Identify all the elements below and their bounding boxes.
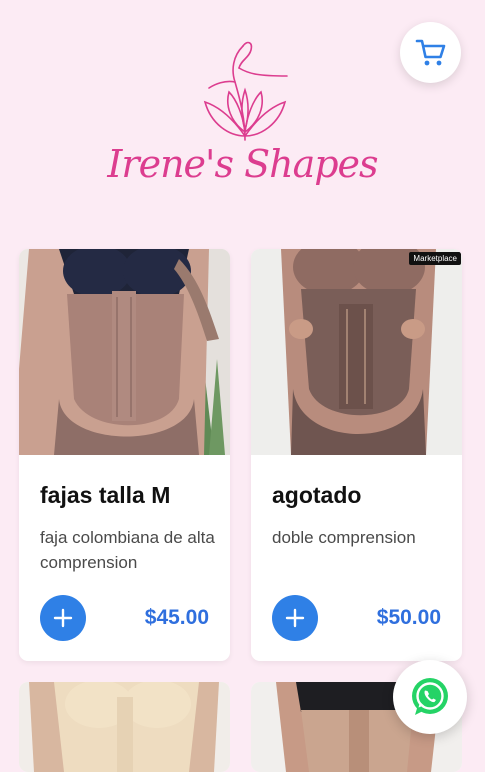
- marketplace-badge: Marketplace: [409, 252, 461, 265]
- product-price: $50.00: [376, 606, 441, 629]
- product-description: doble comprension: [272, 528, 416, 547]
- lotus-woman-logo-icon: [203, 41, 288, 141]
- product-card[interactable]: Marketplace agotado doble comprension $5…: [251, 249, 462, 661]
- whatsapp-icon: [412, 678, 448, 715]
- product-description: faja colombiana de alta comprension: [40, 528, 215, 572]
- product-title: fajas talla M: [40, 482, 171, 508]
- product-card[interactable]: [19, 682, 230, 772]
- cart-button[interactable]: [400, 22, 461, 83]
- add-to-cart-button[interactable]: [40, 595, 86, 641]
- product-title: agotado: [272, 482, 362, 508]
- product-image: [19, 249, 230, 455]
- plus-icon: [53, 608, 73, 628]
- whatsapp-button[interactable]: [393, 660, 467, 734]
- product-price: $45.00: [144, 606, 209, 629]
- product-image: [251, 249, 462, 455]
- product-image: [19, 682, 230, 772]
- brand-name: Irene's Shapes: [107, 142, 378, 186]
- cart-icon: [415, 39, 445, 65]
- plus-icon: [285, 608, 305, 628]
- product-card[interactable]: fajas talla M faja colombiana de alta co…: [19, 249, 230, 661]
- add-to-cart-button[interactable]: [272, 595, 318, 641]
